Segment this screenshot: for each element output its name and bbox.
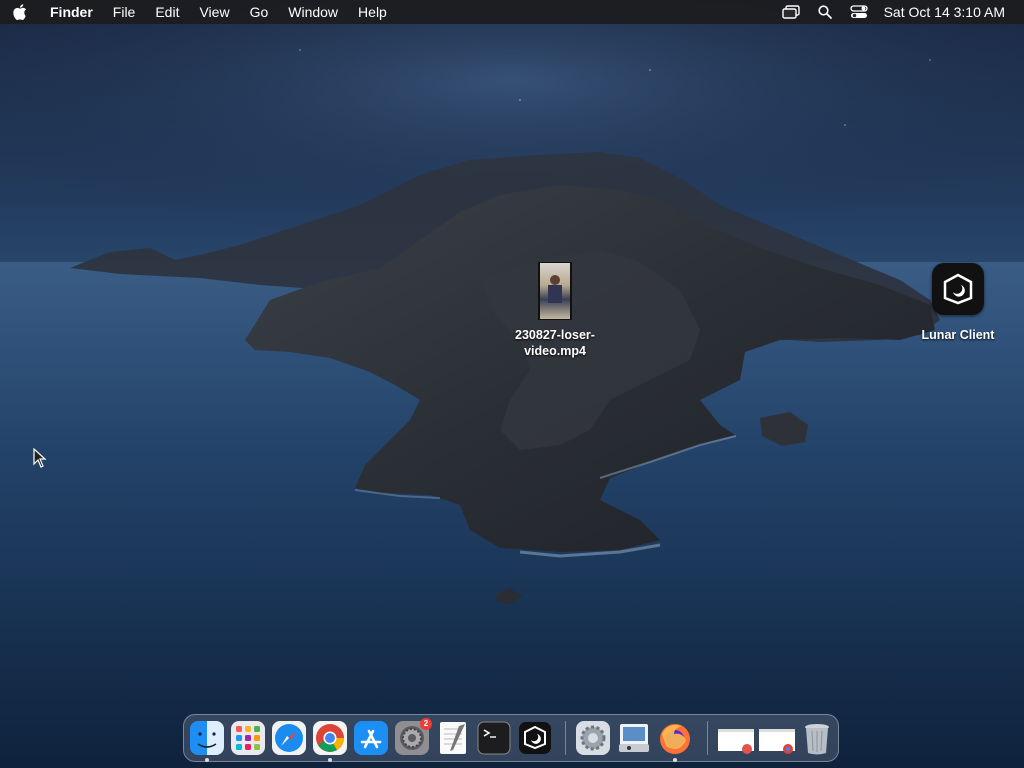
running-indicator [328,758,332,762]
menu-edit[interactable]: Edit [145,0,189,24]
desktop-app-label: Lunar Client [921,328,995,342]
video-file-thumbnail-icon [538,262,572,320]
dock-minimized-window-icon[interactable] [717,720,755,756]
spotlight-search-icon[interactable] [808,0,842,24]
menu-file[interactable]: File [103,0,146,24]
control-center-icon[interactable] [842,0,876,24]
lunar-client-app-icon [932,263,984,315]
dock-separator [707,721,708,755]
running-indicator [205,758,209,762]
dock: 2 [183,714,839,762]
dock-finder-icon[interactable] [189,720,225,756]
dock-minimized-window-chrome-icon[interactable] [758,720,796,756]
dock-chrome-icon[interactable] [312,720,348,756]
dock-preview-icon[interactable] [616,720,652,756]
screen-mirroring-icon[interactable] [774,0,808,24]
dock-terminal-icon[interactable] [476,720,512,756]
arrow-pointer-icon [33,447,47,473]
dock-firefox-icon[interactable] [657,720,693,756]
notification-badge: 2 [420,718,432,730]
wallpaper [0,0,1024,768]
menu-app-finder[interactable]: Finder [40,0,103,24]
dock-textedit-icon[interactable] [435,720,471,756]
dock-safari-icon[interactable] [271,720,307,756]
desktop[interactable]: 230827-loser- video.mp4 Lunar Client [0,0,1024,768]
menu-go[interactable]: Go [240,0,279,24]
dock-app-store-icon[interactable] [353,720,389,756]
apple-logo-icon[interactable] [0,0,40,24]
running-indicator [673,758,677,762]
dock-separator [565,721,566,755]
dock-settings-gear-icon[interactable] [575,720,611,756]
dock-launchpad-icon[interactable] [230,720,266,756]
desktop-file-label: 230827-loser- video.mp4 [515,328,595,358]
menu-bar: Finder File Edit View Go Window Help Sat… [0,0,1024,24]
dock-trash-icon[interactable] [799,720,835,756]
menu-view[interactable]: View [189,0,239,24]
menu-extras: Sat Oct 14 3:10 AM [774,0,1024,24]
menu-help[interactable]: Help [348,0,397,24]
menu-window[interactable]: Window [278,0,348,24]
menu-clock[interactable]: Sat Oct 14 3:10 AM [876,0,1024,24]
desktop-file-video[interactable]: 230827-loser- video.mp4 [500,262,610,359]
desktop-app-lunar-client[interactable]: Lunar Client [908,263,1008,343]
dock-lunar-client-icon[interactable] [517,720,553,756]
